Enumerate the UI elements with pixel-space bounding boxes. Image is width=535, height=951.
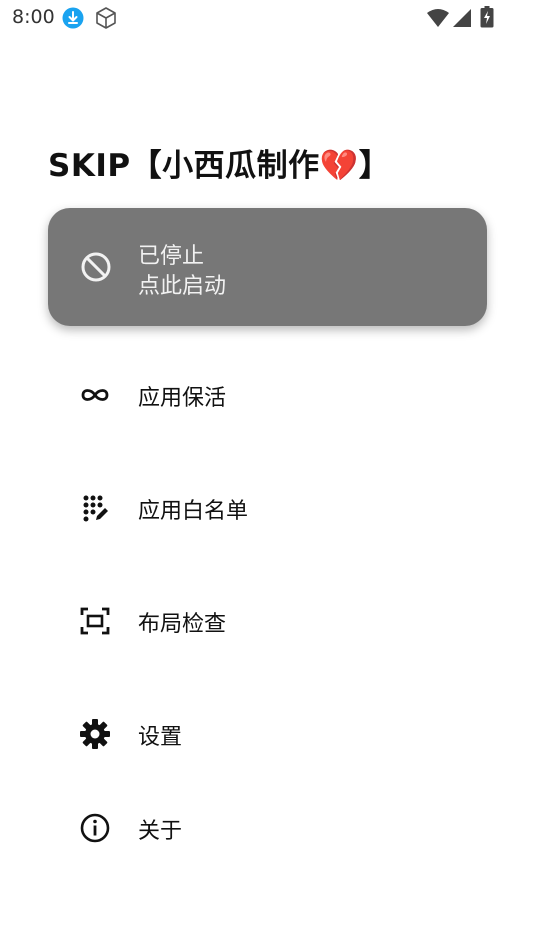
menu-item-layout-inspect[interactable]: 布局检查 (48, 588, 487, 652)
service-toggle-card[interactable]: 已停止 点此启动 (48, 208, 487, 326)
download-icon (62, 7, 84, 29)
menu-item-label: 布局检查 (138, 612, 227, 637)
menu-item-about[interactable]: 关于 (48, 795, 487, 859)
status-bar: 8:00 (0, 0, 535, 36)
cube-icon (96, 7, 116, 29)
infinity-icon (81, 389, 109, 401)
menu-item-keep-alive[interactable]: 应用保活 (48, 362, 487, 426)
signal-icon (453, 9, 471, 27)
block-icon (81, 252, 111, 282)
menu-item-app-whitelist[interactable]: 应用白名单 (48, 475, 487, 539)
service-action-text: 点此启动 (138, 274, 227, 299)
status-time: 8:00 (12, 6, 55, 28)
service-status-text: 已停止 (138, 244, 205, 269)
menu-item-label: 应用白名单 (138, 499, 249, 524)
gear-icon (80, 719, 110, 749)
menu-item-settings[interactable]: 设置 (48, 701, 487, 765)
layout-frame-icon (80, 607, 110, 635)
info-icon (80, 813, 110, 843)
menu-item-label: 关于 (138, 819, 183, 844)
menu-item-label: 应用保活 (138, 386, 227, 411)
wifi-icon (427, 9, 449, 27)
battery-charging-icon (480, 6, 494, 28)
dots-edit-icon (83, 495, 108, 522)
app-title: SKIP【小西瓜制作💔】 (48, 148, 391, 184)
menu-item-label: 设置 (138, 725, 183, 750)
